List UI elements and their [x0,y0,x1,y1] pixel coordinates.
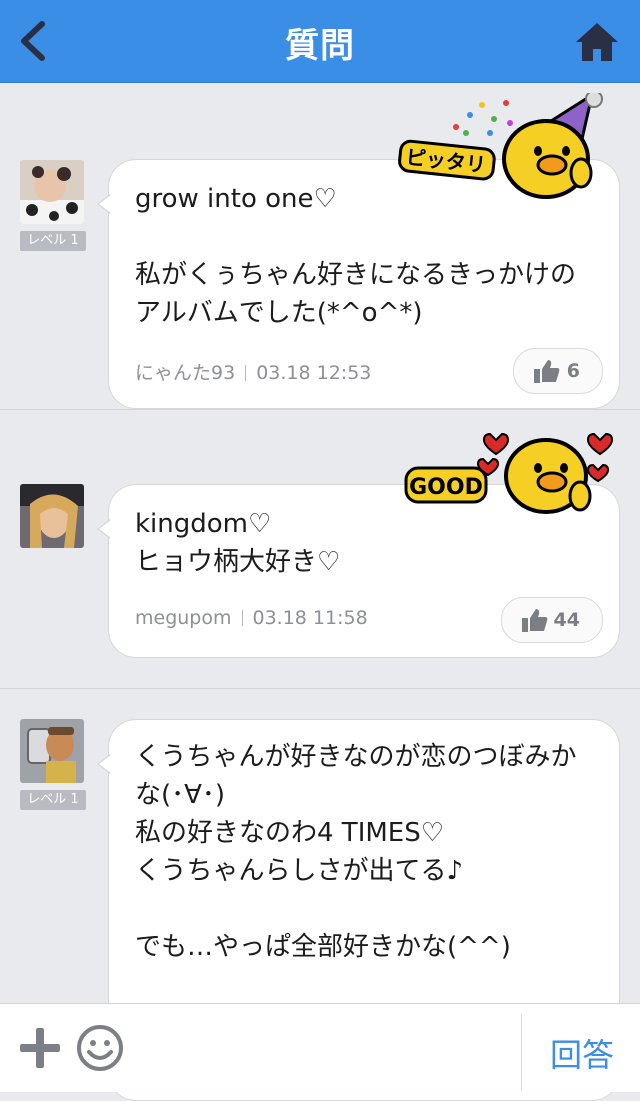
answer-time: 03.18 11:58 [252,607,368,629]
answer-user[interactable]: megupom [135,607,232,629]
avatar[interactable] [20,719,84,783]
answer-button[interactable]: 回答 [550,1030,614,1076]
avatar[interactable] [20,484,84,548]
level-badge: レベル 1 [20,790,86,810]
plus-icon[interactable] [18,1026,62,1070]
sticker-label: GOOD [409,475,483,500]
page-title: 質問 [285,26,355,66]
thumbs-up-icon [534,360,560,383]
answer-item: レベル 1 grow into one♡ 私がくぅちゃん好きになるきっかけのアル… [0,83,640,410]
app-header: 質問 [0,0,640,83]
thumbs-up-icon [522,609,548,632]
avatar[interactable] [20,160,84,224]
home-icon[interactable] [574,20,620,64]
like-count: 44 [553,609,580,631]
answer-text: くうちゃんが好きなのが恋のつぼみかな(･∀･) 私の好きなのわ4 TIMES♡ … [135,742,577,962]
like-button[interactable]: 44 [501,597,603,643]
bottom-toolbar: 回答 [0,1003,640,1092]
answer-user[interactable]: にゃんた93 [135,362,235,384]
toolbar-divider [521,1014,522,1092]
duck-party-sticker: ピッタリ [398,93,603,199]
answer-item: kingdom♡ ヒョウ柄大好き♡ megupom 03.18 11:58 44 … [0,410,640,689]
emoji-icon[interactable] [76,1024,124,1072]
answer-time: 03.18 12:53 [256,362,372,384]
duck-good-sticker: GOOD [404,432,614,514]
like-button[interactable]: 6 [513,348,603,394]
like-count: 6 [566,360,580,382]
level-badge: レベル 1 [20,231,86,251]
answer-meta: megupom 03.18 11:58 [135,607,368,629]
answer-meta: にゃんた93 03.18 12:53 [135,358,371,385]
